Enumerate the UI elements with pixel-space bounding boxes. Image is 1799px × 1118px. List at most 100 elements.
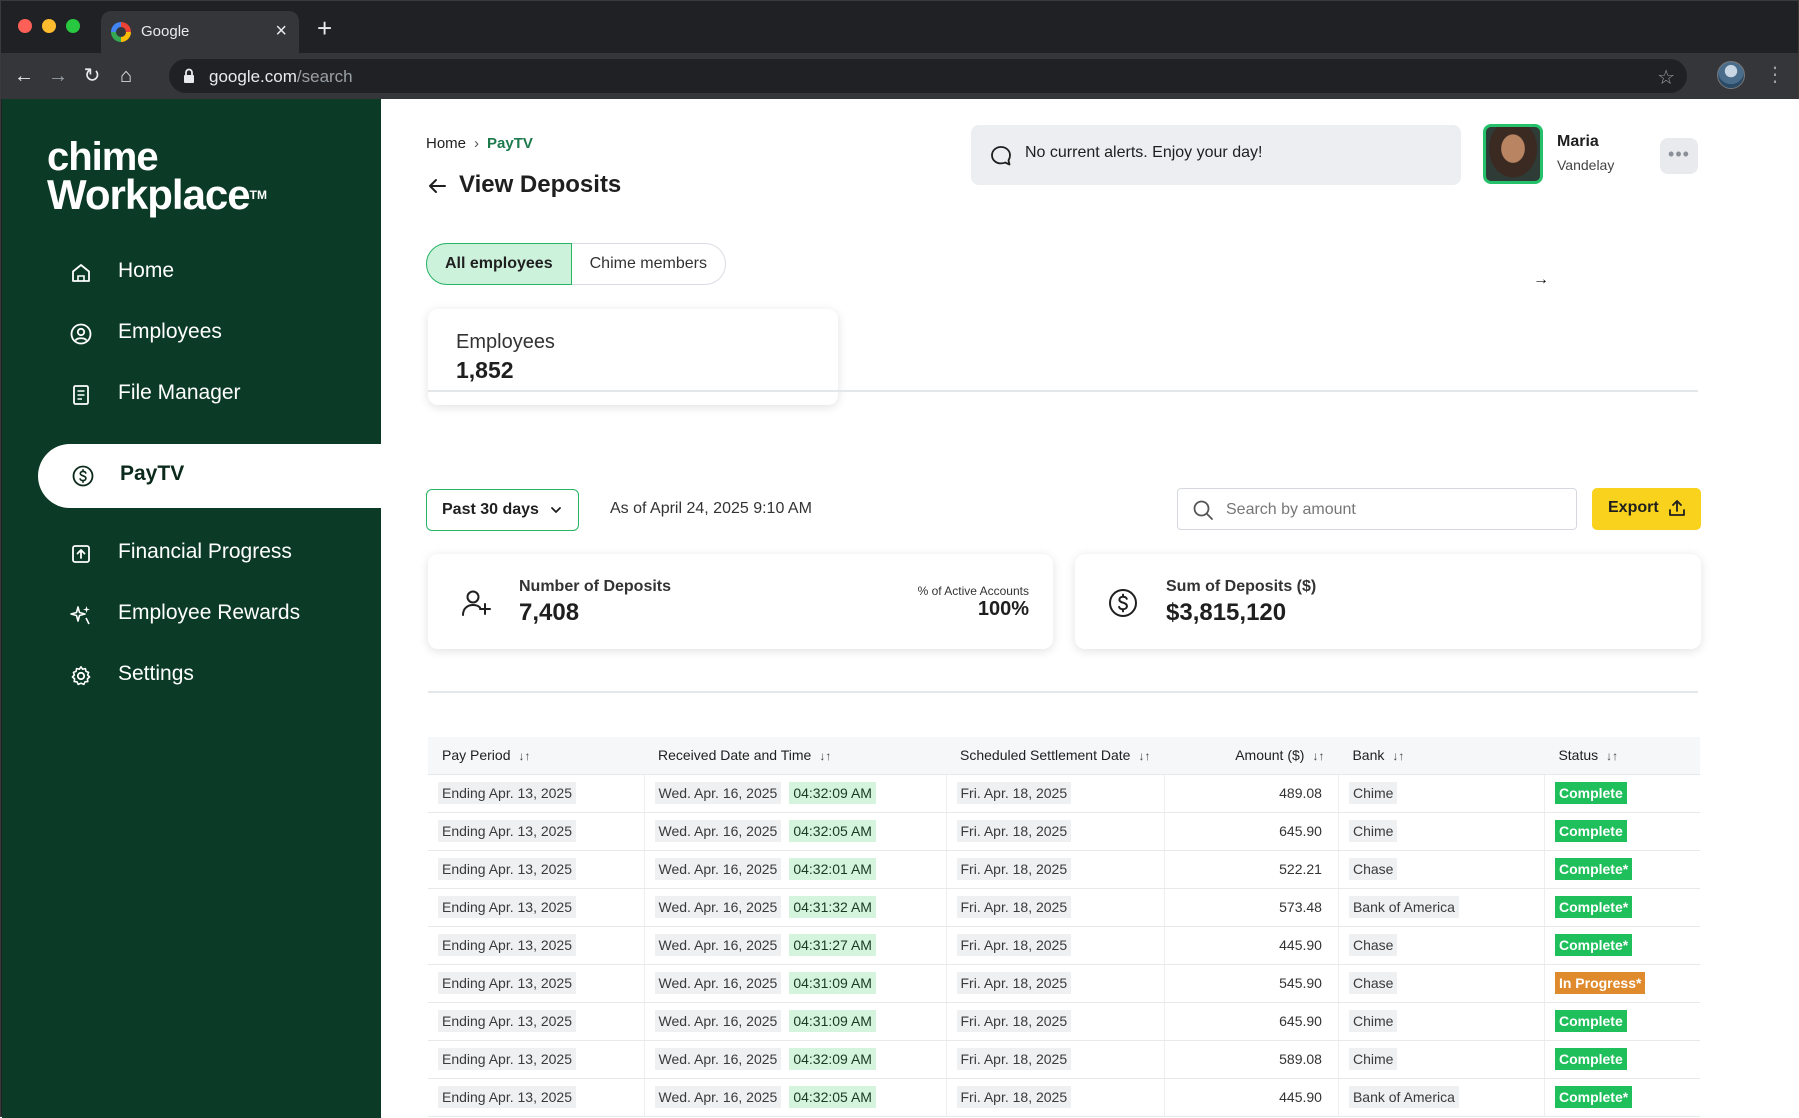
column-header-status[interactable]: Status ↓↑ (1544, 737, 1700, 775)
table-row[interactable]: Ending Apr. 13, 2025 Wed. Apr. 16, 2025 04… (428, 1078, 1700, 1117)
export-label: Export (1608, 499, 1659, 516)
forward-nav-icon[interactable]: → (45, 63, 71, 89)
table-row[interactable]: Ending Apr. 13, 2025 Wed. Apr. 16, 2025 04… (428, 1040, 1700, 1079)
browser-profile-avatar[interactable] (1717, 61, 1745, 89)
bank-chip: Chime (1348, 1048, 1398, 1070)
cell-received: Wed. Apr. 16, 2025 04:31:09 AM (644, 964, 947, 1003)
column-header-bank[interactable]: Bank ↓↑ (1338, 737, 1545, 775)
browser-menu-icon[interactable]: ⋮ (1765, 61, 1785, 89)
table-row[interactable]: Ending Apr. 13, 2025 Wed. Apr. 16, 2025 04… (428, 774, 1700, 813)
pay-period-chip: Ending Apr. 13, 2025 (438, 1010, 576, 1032)
sort-icon[interactable]: ↓↑ (1392, 749, 1404, 763)
deposits-count-label: Number of Deposits (519, 578, 672, 595)
export-button[interactable]: Export (1592, 488, 1701, 530)
deposits-sum-card: Sum of Deposits ($) $3,815,120 (1075, 554, 1701, 649)
home-browser-icon[interactable]: ⌂ (113, 63, 139, 89)
received-date-chip: Wed. Apr. 16, 2025 (654, 972, 782, 994)
sort-icon[interactable]: ↓↑ (518, 749, 530, 763)
cell-status: Complete (1544, 812, 1700, 851)
table-row[interactable]: Ending Apr. 13, 2025 Wed. Apr. 16, 2025 04… (428, 1002, 1700, 1041)
user-last-name: Vandelay (1557, 157, 1615, 173)
dollar-circle-icon (72, 465, 94, 487)
address-bar[interactable]: google.com/search ☆ (169, 59, 1687, 93)
tab-title: Google (141, 23, 190, 40)
column-header-pay-period[interactable]: Pay Period ↓↑ (428, 737, 644, 775)
cell-pay-period: Ending Apr. 13, 2025 (428, 774, 645, 813)
status-badge: Complete* (1554, 1086, 1633, 1108)
section-divider (428, 691, 1698, 693)
table-row[interactable]: Ending Apr. 13, 2025 Wed. Apr. 16, 2025 04… (428, 964, 1700, 1003)
received-time-chip: 04:32:05 AM (789, 820, 876, 842)
bank-chip: Chime (1348, 820, 1398, 842)
amount-value: 573.48 (1279, 899, 1322, 915)
column-header-received[interactable]: Received Date and Time ↓↑ (644, 737, 946, 775)
sort-icon[interactable]: ↓↑ (1312, 749, 1324, 763)
chime-workplace-logo[interactable]: chime WorkplaceTM (47, 137, 267, 216)
cell-amount: 489.08 (1164, 774, 1339, 813)
upload-icon (1669, 500, 1685, 516)
amount-value: 445.90 (1279, 937, 1322, 953)
cell-amount: 573.48 (1164, 888, 1339, 927)
sort-icon[interactable]: ↓↑ (1606, 749, 1618, 763)
cell-received: Wed. Apr. 16, 2025 04:32:01 AM (644, 850, 947, 889)
bank-chip: Chime (1348, 1010, 1398, 1032)
as-of-timestamp: As of April 24, 2025 9:10 AM (610, 500, 812, 517)
close-window-button[interactable] (18, 19, 32, 33)
sidebar-item-paytv[interactable]: PayTV (38, 444, 381, 508)
settlement-date-chip: Fri. Apr. 18, 2025 (956, 820, 1072, 842)
table-header-row: Pay Period ↓↑ Received Date and Time ↓↑ Sc… (428, 737, 1700, 775)
sidebar-item-label: Employee Rewards (118, 601, 301, 624)
more-options-button[interactable]: ••• (1660, 138, 1698, 174)
bank-chip: Chase (1348, 972, 1398, 994)
bookmark-star-icon[interactable]: ☆ (1657, 65, 1675, 90)
browser-tab[interactable]: Google × (101, 11, 299, 53)
maximize-window-button[interactable] (66, 19, 80, 33)
table-row[interactable]: Ending Apr. 13, 2025 Wed. Apr. 16, 2025 04… (428, 850, 1700, 889)
arrow-right-icon[interactable]: → (1533, 271, 1549, 289)
status-badge: Complete* (1554, 858, 1633, 880)
sidebar-item-employee-rewards[interactable]: Employee Rewards (2, 583, 381, 647)
sidebar-item-home[interactable]: Home (2, 241, 381, 305)
chevron-down-icon (551, 507, 561, 513)
cell-received: Wed. Apr. 16, 2025 04:32:09 AM (644, 1040, 947, 1079)
amount-value: 489.08 (1279, 785, 1322, 801)
segment-chime-members[interactable]: Chime members (572, 244, 725, 284)
column-header-amount[interactable]: Amount ($) ↓↑ (1164, 737, 1339, 775)
table-row[interactable]: Ending Apr. 13, 2025 Wed. Apr. 16, 2025 04… (428, 812, 1700, 851)
sort-icon[interactable]: ↓↑ (1138, 749, 1150, 763)
amount-value: 589.08 (1279, 1051, 1322, 1067)
cell-bank: Bank of America (1338, 1078, 1545, 1117)
reload-icon[interactable]: ↻ (79, 63, 105, 89)
new-tab-icon[interactable]: + (317, 15, 332, 41)
sidebar-item-employees[interactable]: Employees (2, 302, 381, 366)
column-header-settlement[interactable]: Scheduled Settlement Date ↓↑ (946, 737, 1165, 775)
search-input[interactable] (1226, 497, 1556, 523)
table-row[interactable]: Ending Apr. 13, 2025 Wed. Apr. 16, 2025 04… (428, 888, 1700, 927)
minimize-window-button[interactable] (42, 19, 56, 33)
sort-icon[interactable]: ↓↑ (819, 749, 831, 763)
cell-status: Complete* (1544, 1078, 1700, 1117)
back-arrow-icon[interactable] (426, 175, 448, 197)
cell-pay-period: Ending Apr. 13, 2025 (428, 1040, 645, 1079)
cell-amount: 445.90 (1164, 926, 1339, 965)
settlement-date-chip: Fri. Apr. 18, 2025 (956, 1048, 1072, 1070)
received-date-chip: Wed. Apr. 16, 2025 (654, 1048, 782, 1070)
back-nav-icon[interactable]: ← (11, 63, 37, 89)
sidebar-item-label: PayTV (120, 462, 185, 485)
cell-amount: 545.90 (1164, 964, 1339, 1003)
cell-pay-period: Ending Apr. 13, 2025 (428, 1002, 645, 1041)
chevron-right-icon: › (474, 135, 480, 152)
date-range-dropdown[interactable]: Past 30 days (426, 489, 579, 531)
lock-icon (184, 68, 194, 83)
breadcrumb-current: PayTV (487, 135, 533, 152)
sidebar-item-financial-progress[interactable]: Financial Progress (2, 522, 381, 586)
sidebar-item-settings[interactable]: Settings (2, 644, 381, 708)
user-avatar[interactable] (1483, 124, 1543, 184)
breadcrumb-home-link[interactable]: Home (426, 135, 466, 152)
sidebar-item-file-manager[interactable]: File Manager (2, 363, 381, 427)
cell-status: Complete (1544, 1002, 1700, 1041)
segment-all-employees[interactable]: All employees (426, 243, 572, 285)
bank-chip: Chime (1348, 782, 1398, 804)
tab-close-icon[interactable]: × (275, 19, 287, 43)
table-row[interactable]: Ending Apr. 13, 2025 Wed. Apr. 16, 2025 04… (428, 926, 1700, 965)
